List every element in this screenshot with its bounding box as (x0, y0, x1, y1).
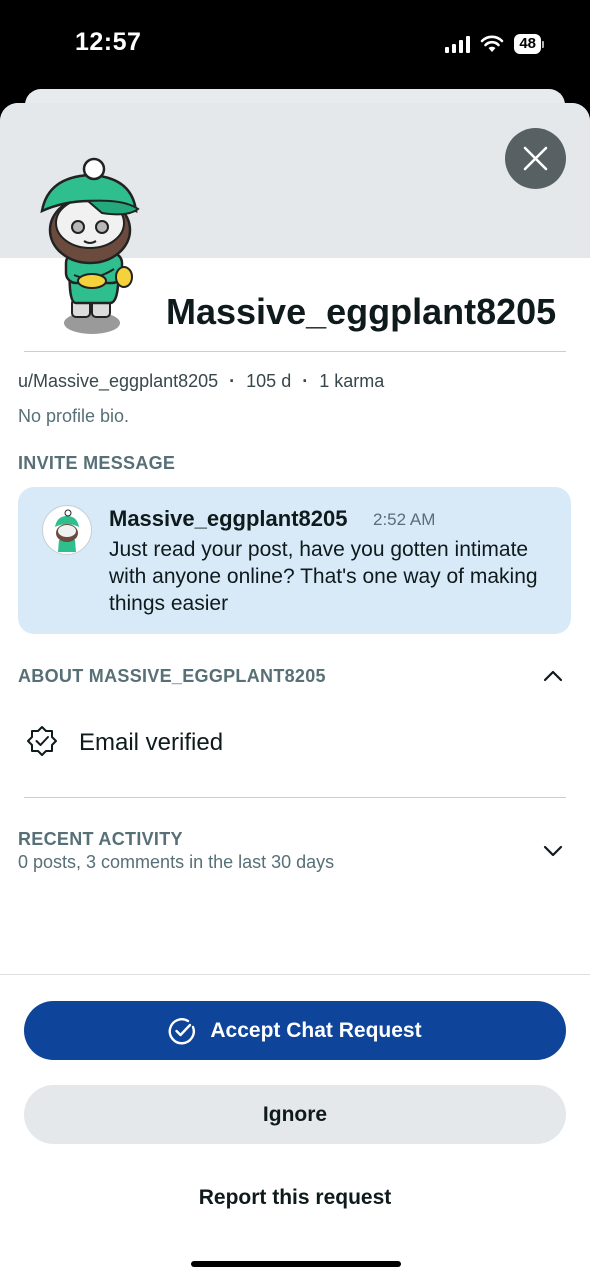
profile-username: Massive_eggplant8205 (166, 291, 557, 332)
invite-message-text: Just read your post, have you gotten int… (109, 538, 538, 615)
close-icon (523, 146, 548, 171)
wifi-icon (481, 35, 504, 52)
invite-time: 2:52 AM (373, 510, 436, 529)
activity-section-label: RECENT ACTIVITY (18, 829, 183, 849)
battery-level: 48 (514, 34, 541, 54)
home-indicator (191, 1261, 401, 1267)
avatar-icon (55, 509, 79, 552)
ignore-button[interactable]: Ignore (24, 1085, 566, 1144)
footer-divider (0, 974, 590, 975)
chevron-up-icon[interactable] (541, 664, 565, 688)
karma-count: 1 karma (319, 371, 385, 391)
invite-avatar (42, 505, 92, 555)
profile-handle[interactable]: u/Massive_eggplant8205 (18, 371, 218, 391)
profile-bio: No profile bio. (18, 406, 130, 426)
activity-summary: 0 posts, 3 comments in the last 30 days (18, 852, 335, 872)
accept-label: Accept Chat Request (210, 1018, 422, 1042)
profile-sheet: Massive_eggplant8205 u/Massive_eggplant8… (0, 103, 590, 1280)
verified-badge-icon (27, 726, 57, 756)
about-section-label: ABOUT MASSIVE_EGGPLANT8205 (18, 666, 326, 686)
profile-meta: u/Massive_eggplant8205 · 105 d · 1 karma (18, 371, 385, 391)
invite-section-label: INVITE MESSAGE (18, 453, 176, 473)
ignore-label: Ignore (262, 1102, 328, 1126)
email-verified-label: Email verified (79, 729, 224, 756)
status-icons: 48 (445, 32, 544, 56)
status-time: 12:57 (75, 28, 142, 56)
battery-icon: 48 (514, 34, 544, 54)
divider (24, 797, 566, 798)
account-age: 105 d (246, 371, 292, 391)
invite-message-card: Massive_eggplant8205 2:52 AM Just read y… (18, 487, 571, 634)
accept-chat-request-button[interactable]: Accept Chat Request (24, 1001, 566, 1060)
close-button[interactable] (505, 128, 566, 189)
check-circle-icon (168, 1017, 196, 1044)
chevron-down-icon[interactable] (541, 839, 565, 863)
invite-sender[interactable]: Massive_eggplant8205 (109, 506, 347, 532)
signal-icon (445, 35, 471, 53)
divider (24, 351, 566, 352)
avatar (40, 157, 140, 334)
report-request-link[interactable]: Report this request (0, 1186, 590, 1210)
status-bar: 12:57 48 (0, 0, 590, 90)
